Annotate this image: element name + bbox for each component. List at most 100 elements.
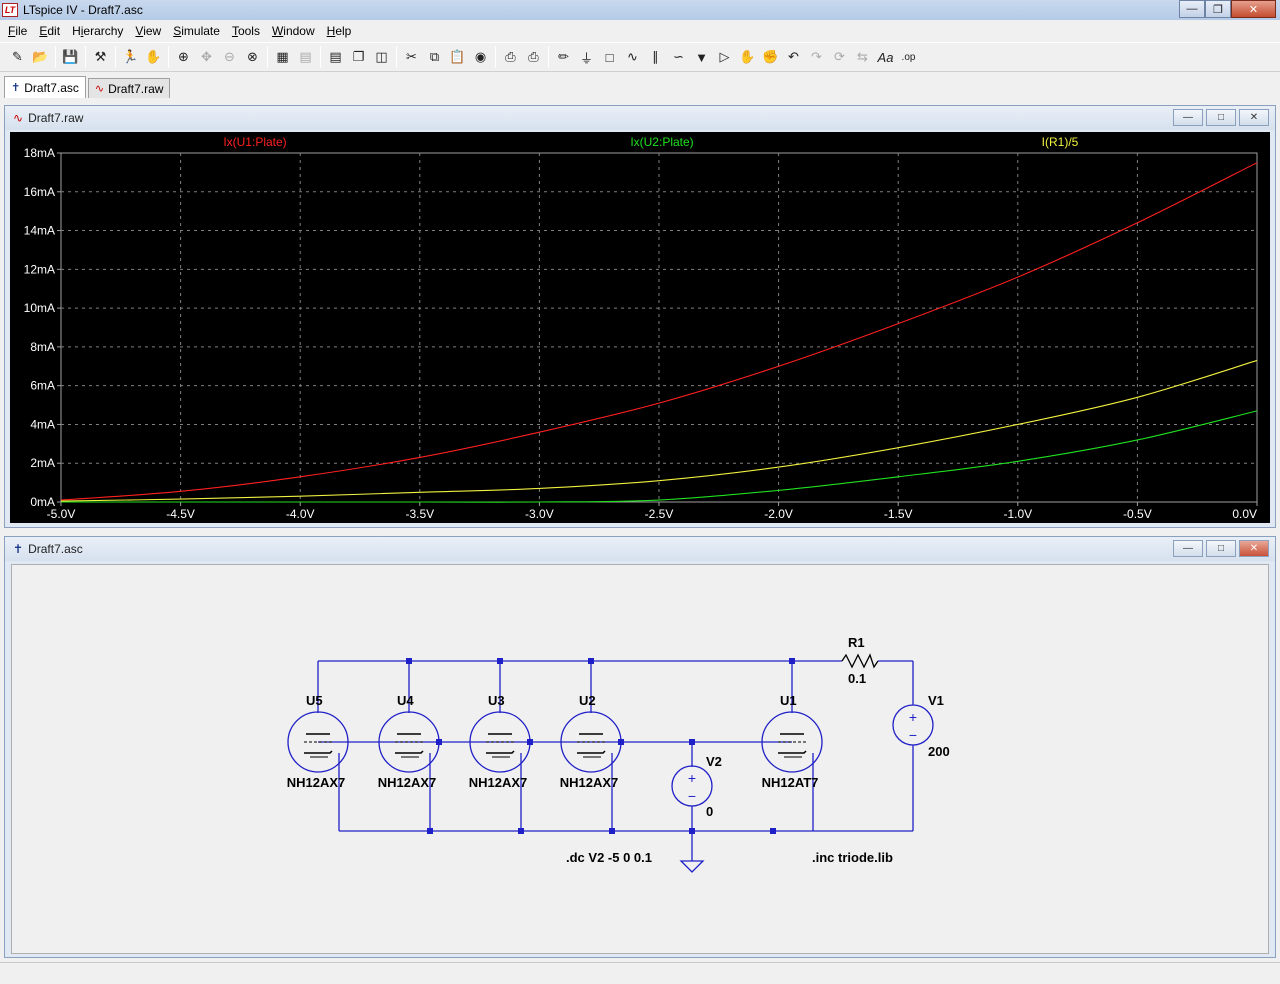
draw-wire-icon[interactable]: ✏	[552, 46, 575, 68]
undo-icon[interactable]: ↶	[782, 46, 805, 68]
capacitor-icon[interactable]: ∥	[644, 46, 667, 68]
save-icon[interactable]: 💾	[59, 46, 82, 68]
zoom-in-icon[interactable]: ⊕	[172, 46, 195, 68]
menu-view[interactable]: View	[129, 24, 167, 38]
x-tick-label: 0.0V	[1232, 507, 1257, 521]
resize-grip-icon[interactable]	[1262, 966, 1276, 980]
tube-cathode	[486, 750, 515, 754]
tube-ref-label[interactable]: U3	[488, 693, 505, 708]
diode-icon[interactable]: ▼	[690, 46, 713, 68]
y-tick-label: 0mA	[30, 495, 55, 509]
legend-entry[interactable]: Ix(U2:Plate)	[630, 135, 693, 149]
menu-bar: File Edit Hierarchy View Simulate Tools Window…	[0, 21, 1280, 41]
menu-file[interactable]: File	[2, 24, 33, 38]
halt-icon[interactable]: ✋	[142, 46, 165, 68]
ground-symbol[interactable]	[679, 860, 705, 873]
cascade-icon[interactable]: ❐	[347, 46, 370, 68]
menu-window[interactable]: Window	[266, 24, 321, 38]
schematic-minimize-button[interactable]: —	[1173, 540, 1203, 557]
new-schematic-icon[interactable]: ✎	[6, 46, 29, 68]
junction-dot	[789, 658, 795, 664]
resistor-icon[interactable]: ∿	[621, 46, 644, 68]
tab-draft7-raw[interactable]: ∿ Draft7.raw	[87, 78, 171, 98]
menu-tools[interactable]: Tools	[226, 24, 266, 38]
zoom-out-icon[interactable]: ⊖	[218, 46, 241, 68]
paste-icon[interactable]: 📋	[446, 46, 469, 68]
control-panel-icon[interactable]: ⚒	[89, 46, 112, 68]
document-tabs: ✝ Draft7.asc ∿ Draft7.raw	[0, 74, 1280, 98]
v1-value-label[interactable]: 200	[928, 744, 950, 759]
tube-model-label[interactable]: NH12AX7	[287, 775, 346, 790]
menu-help[interactable]: Help	[321, 24, 358, 38]
spice-directive-icon[interactable]: .op	[897, 46, 920, 68]
copy-icon[interactable]: ⧉	[423, 46, 446, 68]
schematic-window: ✝ Draft7.asc — □ ✕ + − U5 NH12AX7 U4 NH12AX7 U…	[4, 536, 1276, 958]
resistor-r1[interactable]	[841, 653, 879, 669]
component-icon[interactable]: ▷	[713, 46, 736, 68]
tube-ref-label[interactable]: U1	[780, 693, 797, 708]
move-icon[interactable]: ✋	[736, 46, 759, 68]
tube-model-label[interactable]: NH12AX7	[560, 775, 619, 790]
v2-ref-label[interactable]: V2	[706, 754, 722, 769]
r1-value-label[interactable]: 0.1	[848, 671, 866, 686]
waveform-maximize-button[interactable]: □	[1206, 109, 1236, 126]
waveform-close-button[interactable]: ✕	[1239, 109, 1269, 126]
print-setup-icon[interactable]: ⎙	[499, 46, 522, 68]
tile-vertical-icon[interactable]: ◫	[370, 46, 393, 68]
v2-value-label[interactable]: 0	[706, 804, 713, 819]
junction-dot	[527, 739, 533, 745]
label-net-icon[interactable]: □	[598, 46, 621, 68]
y-tick-label: 12mA	[24, 262, 55, 276]
tab-label: Draft7.asc	[24, 80, 79, 95]
schematic-drawing[interactable]: + − U5 NH12AX7 U4 NH12AX7 U3 NH12AX7 U2 NH12AX7 U1…	[12, 565, 1270, 955]
v1-ref-label[interactable]: V1	[928, 693, 944, 708]
cut-icon[interactable]: ✂	[400, 46, 423, 68]
y-tick-label: 2mA	[30, 456, 55, 470]
add-trace-icon[interactable]: ▤	[294, 46, 317, 68]
inductor-icon[interactable]: ∽	[667, 46, 690, 68]
schematic-maximize-button[interactable]: □	[1206, 540, 1236, 557]
pan-icon[interactable]: ✥	[195, 46, 218, 68]
y-tick-label: 18mA	[24, 146, 55, 160]
toolbar-separator	[320, 46, 321, 68]
tube-ref-label[interactable]: U5	[306, 693, 323, 708]
menu-hierarchy[interactable]: Hierarchy	[66, 24, 129, 38]
waveform-plot-area[interactable]: -5.0V -4.5V -4.0V -3.5V -3.0V -2.5V -2.0V -1.5V…	[10, 132, 1270, 523]
schematic-close-button[interactable]: ✕	[1239, 540, 1269, 557]
drag-icon[interactable]: ✊	[759, 46, 782, 68]
tube-model-label[interactable]: NH12AX7	[378, 775, 437, 790]
zoom-fit-icon[interactable]: ⊗	[241, 46, 264, 68]
text-icon[interactable]: Aa	[874, 46, 897, 68]
close-button[interactable]: ✕	[1231, 0, 1276, 18]
tile-horizontal-icon[interactable]: ▤	[324, 46, 347, 68]
schematic-canvas[interactable]: + − U5 NH12AX7 U4 NH12AX7 U3 NH12AX7 U2 NH12AX7 U1…	[11, 564, 1269, 954]
menu-simulate[interactable]: Simulate	[167, 24, 226, 38]
run-icon[interactable]: 🏃	[119, 46, 142, 68]
open-icon[interactable]: 📂	[29, 46, 52, 68]
minimize-button[interactable]: —	[1179, 0, 1205, 18]
dc-sweep-directive[interactable]: .dc V2 -5 0 0.1	[566, 850, 652, 865]
tube-model-label[interactable]: NH12AT7	[762, 775, 819, 790]
mirror-icon[interactable]: ⇆	[851, 46, 874, 68]
ground-icon[interactable]: ⏚	[575, 46, 598, 68]
toolbar-separator	[396, 46, 397, 68]
tube-ref-label[interactable]: U2	[579, 693, 596, 708]
tab-draft7-asc[interactable]: ✝ Draft7.asc	[4, 76, 86, 98]
r1-ref-label[interactable]: R1	[848, 635, 865, 650]
tube-model-label[interactable]: NH12AX7	[469, 775, 528, 790]
menu-edit[interactable]: Edit	[33, 24, 66, 38]
junction-dot	[609, 828, 615, 834]
autorange-icon[interactable]: ▦	[271, 46, 294, 68]
print-icon[interactable]: ⎙	[522, 46, 545, 68]
redo-icon[interactable]: ↷	[805, 46, 828, 68]
tube-ref-label[interactable]: U4	[397, 693, 414, 708]
waveform-chart[interactable]: -5.0V -4.5V -4.0V -3.5V -3.0V -2.5V -2.0V -1.5V…	[10, 132, 1270, 523]
restore-button[interactable]: ❐	[1205, 0, 1231, 18]
toolbar-separator	[115, 46, 116, 68]
rotate-icon[interactable]: ⟳	[828, 46, 851, 68]
find-icon[interactable]: ◉	[469, 46, 492, 68]
legend-entry[interactable]: Ix(U1:Plate)	[223, 135, 286, 149]
waveform-minimize-button[interactable]: —	[1173, 109, 1203, 126]
legend-entry[interactable]: I(R1)/5	[1042, 135, 1079, 149]
include-directive[interactable]: .inc triode.lib	[812, 850, 893, 865]
